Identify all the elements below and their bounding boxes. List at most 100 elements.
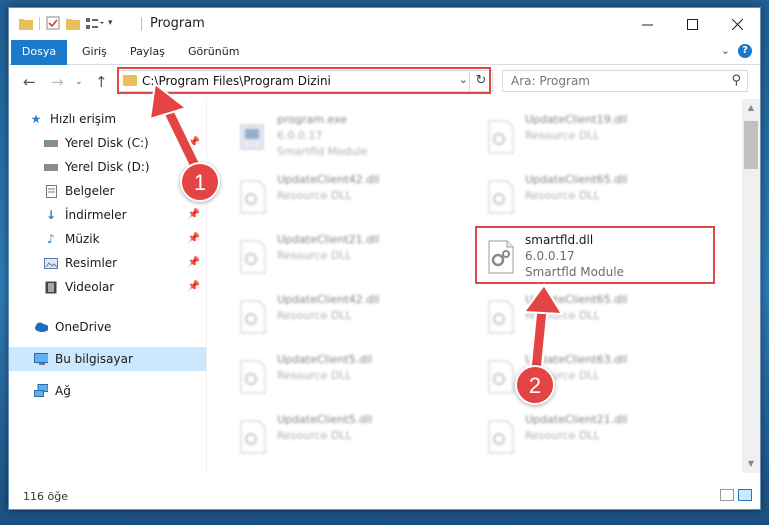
file-item-dll[interactable]: UpdateClient65.dll Resource DLL xyxy=(477,289,707,341)
close-button[interactable] xyxy=(714,8,760,40)
chevron-down-icon: ⌄ xyxy=(75,77,83,87)
scroll-up-icon[interactable]: ▲ xyxy=(742,99,760,117)
search-icon: ⚲ xyxy=(731,73,741,88)
quick-access-toolbar: ▾ xyxy=(19,16,113,30)
pin-icon[interactable]: 📌 xyxy=(188,233,200,244)
search-input[interactable] xyxy=(509,73,718,89)
maximize-button[interactable] xyxy=(669,8,715,40)
sidebar-item-label: Belgeler xyxy=(65,184,115,198)
file-highlight-box xyxy=(475,226,715,284)
dll-file-icon xyxy=(488,120,514,154)
status-bar: 116 öğe xyxy=(9,483,760,509)
address-highlight-box xyxy=(117,67,491,94)
close-icon xyxy=(731,18,743,30)
sidebar-item-label: İndirmeler xyxy=(65,208,127,222)
file-item-dll[interactable]: UpdateClient5.dll Resource DLL xyxy=(229,409,459,461)
music-icon: ♪ xyxy=(47,232,55,246)
view-options-icon[interactable] xyxy=(86,17,104,30)
sidebar-item-downloads[interactable]: ↓ İndirmeler 📌 xyxy=(9,203,206,227)
sidebar-item-disk-c[interactable]: Yerel Disk (C:) 📌 xyxy=(9,131,206,155)
sidebar-item-label: Yerel Disk (D:) xyxy=(65,160,150,174)
dll-file-icon xyxy=(240,420,266,454)
new-folder-icon[interactable] xyxy=(66,17,80,30)
pin-icon[interactable]: 📌 xyxy=(188,281,200,292)
sidebar-item-disk-d[interactable]: Yerel Disk (D:) xyxy=(9,155,206,179)
sidebar-item-pictures[interactable]: Resimler 📌 xyxy=(9,251,206,275)
sidebar-item-label: OneDrive xyxy=(55,320,112,334)
file-item-dll[interactable]: UpdateClient42.dll Resource DLL xyxy=(229,289,459,341)
title-separator xyxy=(141,17,142,31)
sidebar-item-label: Videolar xyxy=(65,280,115,294)
cloud-icon xyxy=(34,320,48,334)
drive-icon xyxy=(44,136,58,150)
recent-locations-button[interactable]: ⌄ xyxy=(75,77,83,87)
minimize-button[interactable] xyxy=(624,8,670,40)
computer-icon xyxy=(34,352,48,366)
search-box[interactable]: ⚲ xyxy=(502,70,748,92)
file-item-dll[interactable]: UpdateClient5.dll Resource DLL xyxy=(229,349,459,401)
sidebar-item-label: Yerel Disk (C:) xyxy=(65,136,149,150)
file-item-dll[interactable]: UpdateClient21.dll Resource DLL xyxy=(229,229,459,281)
sidebar-item-quick-access[interactable]: ★ Hızlı erişim xyxy=(9,107,206,131)
sidebar-item-documents[interactable]: Belgeler 📌 xyxy=(9,179,206,203)
large-icons-view-icon[interactable] xyxy=(738,489,752,501)
help-icon[interactable]: ? xyxy=(738,44,752,58)
dll-file-icon xyxy=(240,300,266,334)
customize-toolbar-icon[interactable]: ▾ xyxy=(108,18,113,28)
tab-share[interactable]: Paylaş xyxy=(130,40,165,64)
pin-icon[interactable]: 📌 xyxy=(188,257,200,268)
sidebar-item-label: Hızlı erişim xyxy=(50,112,117,126)
exe-file-icon xyxy=(240,124,264,150)
file-item-dll[interactable]: UpdateClient63.dll Resource DLL xyxy=(477,349,707,401)
file-item-dll[interactable]: UpdateClient42.dll Resource DLL xyxy=(229,169,459,221)
sidebar-item-label: Ağ xyxy=(55,384,71,398)
back-button[interactable]: ← xyxy=(23,73,36,91)
tab-home[interactable]: Giriş xyxy=(82,40,107,64)
pin-icon[interactable]: 📌 xyxy=(188,137,200,148)
forward-button[interactable]: → xyxy=(51,73,64,91)
sidebar-item-onedrive[interactable]: OneDrive xyxy=(9,315,206,339)
up-button[interactable]: ↑ xyxy=(95,73,108,91)
network-icon xyxy=(34,384,48,398)
picture-icon xyxy=(44,256,58,270)
expand-ribbon-icon[interactable]: ⌄ xyxy=(721,44,730,57)
file-item-program-exe[interactable]: program.exe 6.0.0.17 Smartfld Module xyxy=(229,109,459,161)
file-list: program.exe 6.0.0.17 Smartfld Module Upd… xyxy=(207,99,742,473)
dll-file-icon xyxy=(240,180,266,214)
sidebar-item-this-pc[interactable]: Bu bilgisayar xyxy=(9,347,206,371)
dll-file-icon xyxy=(488,180,514,214)
vertical-scrollbar[interactable]: ▲ ▼ xyxy=(742,99,760,473)
video-icon xyxy=(44,280,58,294)
navigation-pane: ★ Hızlı erişim Yerel Disk (C:) 📌 Yerel D… xyxy=(9,99,206,473)
properties-icon[interactable] xyxy=(46,16,60,30)
tab-view[interactable]: Görünüm xyxy=(188,40,239,64)
pin-icon[interactable]: 📌 xyxy=(188,209,200,220)
ribbon-tabs: Dosya Giriş Paylaş Görünüm ⌄ ? xyxy=(9,40,760,92)
file-item-dll[interactable]: UpdateClient19.dll Resource DLL xyxy=(477,109,707,161)
details-view-icon[interactable] xyxy=(720,489,734,501)
download-icon: ↓ xyxy=(45,208,57,222)
item-count: 116 öğe xyxy=(23,490,68,503)
dll-file-icon xyxy=(488,420,514,454)
file-item-dll[interactable]: UpdateClient21.dll Resource DLL xyxy=(477,409,707,461)
file-item-dll[interactable]: UpdateClient65.dll Resource DLL xyxy=(477,169,707,221)
document-icon xyxy=(44,184,58,198)
sidebar-item-network[interactable]: Ağ xyxy=(9,379,206,403)
sidebar-item-label: Müzik xyxy=(65,232,100,246)
folder-icon[interactable] xyxy=(19,17,33,30)
star-icon: ★ xyxy=(30,112,42,126)
window-title: Program xyxy=(150,16,205,31)
scroll-down-icon[interactable]: ▼ xyxy=(742,455,760,473)
dll-file-icon xyxy=(488,300,514,334)
arrow-right-icon: → xyxy=(51,73,64,91)
scroll-thumb[interactable] xyxy=(744,121,758,169)
dll-file-icon xyxy=(488,360,514,394)
maximize-icon xyxy=(686,18,698,30)
sidebar-item-videos[interactable]: Videolar 📌 xyxy=(9,275,206,299)
sidebar-item-label: Bu bilgisayar xyxy=(55,352,133,366)
view-switcher xyxy=(720,489,752,501)
arrow-left-icon: ← xyxy=(23,73,36,91)
sidebar-item-music[interactable]: ♪ Müzik 📌 xyxy=(9,227,206,251)
dll-file-icon xyxy=(240,240,266,274)
step-badge-1: 1 xyxy=(180,162,220,202)
